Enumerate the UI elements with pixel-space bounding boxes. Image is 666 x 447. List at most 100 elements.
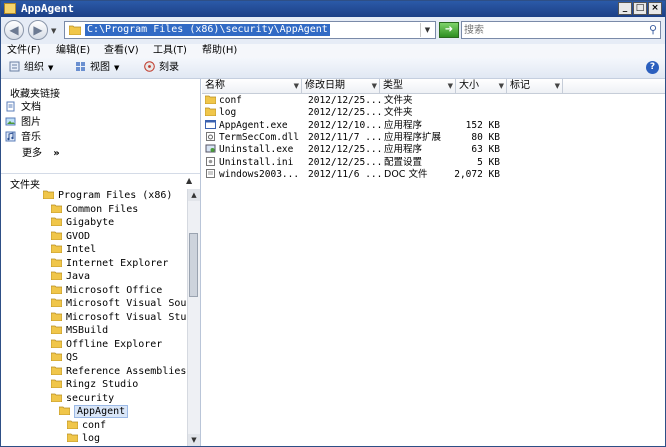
tree-item[interactable]: AppAgent: [59, 405, 129, 418]
tree-item[interactable]: Gigabyte: [51, 216, 114, 229]
chevron-up-icon[interactable]: ▲: [186, 176, 192, 185]
favorite-more[interactable]: 更多 »: [22, 147, 60, 160]
file-name[interactable]: conf: [205, 95, 242, 107]
file-name[interactable]: TermSecCom.dll: [205, 131, 300, 144]
file-row[interactable]: Uninstall.ini 2012/12/25... 配置设置 5 KB: [202, 156, 532, 169]
tree-item-label: Microsoft Visual SourceSafe: [66, 298, 187, 309]
tree-item[interactable]: Internet Explorer: [51, 257, 168, 270]
tree-item[interactable]: security: [51, 392, 114, 405]
folder-icon: [51, 298, 62, 307]
folder-icon: [51, 244, 62, 253]
favorite-label: 文档: [21, 102, 41, 113]
tree-item-label: Common Files: [66, 203, 139, 215]
tree-item[interactable]: Microsoft Visual Studio: [51, 311, 187, 324]
tree-item[interactable]: Microsoft Office: [51, 284, 162, 297]
tree-item-label: AppAgent: [74, 405, 129, 418]
file-row[interactable]: Uninstall.exe 2012/12/25... 应用程序 63 KB: [202, 144, 532, 156]
folder-icon: [69, 25, 81, 35]
column-size[interactable]: 大小 ▼: [456, 79, 507, 93]
search-icon[interactable]: ⚲: [649, 23, 657, 36]
address-path[interactable]: C:\Program Files (x86)\security\AppAgent: [85, 24, 330, 36]
file-name[interactable]: AppAgent.exe: [205, 119, 288, 132]
burn-disc-icon: [144, 61, 155, 72]
scroll-thumb[interactable]: [189, 233, 198, 297]
go-button[interactable]: ➜: [439, 22, 459, 38]
file-row[interactable]: log 2012/12/25... 文件夹: [202, 107, 532, 119]
menu-file[interactable]: 文件(F): [7, 44, 41, 58]
tree-item[interactable]: QS: [51, 351, 78, 364]
tree-item[interactable]: Ringz Studio: [51, 378, 138, 391]
column-dropdown-icon[interactable]: ▼: [555, 79, 560, 93]
column-dropdown-icon[interactable]: ▼: [372, 79, 377, 93]
file-row[interactable]: windows2003... 2012/11/6 ... DOC 文件 2,072 K…: [202, 168, 532, 181]
tree-scrollbar[interactable]: ▲ ▼: [187, 189, 200, 446]
favorite-pictures[interactable]: 图片: [5, 116, 41, 129]
file-name[interactable]: Uninstall.exe: [205, 144, 293, 156]
menu-help[interactable]: 帮助(H): [202, 44, 237, 58]
tree-item-label: Java: [66, 271, 91, 282]
tree-item[interactable]: conf: [67, 419, 106, 432]
maximize-button[interactable]: □: [633, 2, 647, 15]
tree-item-label: Intel: [66, 244, 97, 255]
favorite-documents[interactable]: 文档: [5, 101, 41, 114]
search-box[interactable]: ⚲: [461, 21, 661, 39]
forward-button[interactable]: ▶: [28, 20, 48, 40]
tree-item[interactable]: GVOD: [51, 230, 90, 243]
exe-icon: [205, 119, 216, 129]
column-tags[interactable]: 标记 ▼: [507, 79, 563, 93]
organize-button[interactable]: 组织 ▼: [9, 60, 53, 76]
file-name[interactable]: log: [205, 107, 236, 119]
search-input[interactable]: [464, 23, 640, 37]
column-dropdown-icon[interactable]: ▼: [294, 79, 299, 93]
column-dropdown-icon[interactable]: ▼: [499, 79, 504, 93]
file-type: 应用程序: [384, 144, 423, 156]
address-dropdown-icon[interactable]: ▼: [420, 23, 434, 37]
tree-item[interactable]: Offline Explorer: [51, 338, 162, 351]
file-row[interactable]: AppAgent.exe 2012/12/10... 应用程序 152 KB: [202, 119, 532, 132]
help-icon[interactable]: ?: [646, 61, 659, 74]
file-row[interactable]: conf 2012/12/25... 文件夹: [202, 95, 532, 107]
tree-item[interactable]: Program Files (x86): [43, 189, 172, 202]
column-date[interactable]: 修改日期 ▼: [302, 79, 380, 93]
burn-label: 刻录: [159, 62, 179, 73]
scroll-up-icon[interactable]: ▲: [188, 189, 200, 201]
scroll-down-icon[interactable]: ▼: [188, 434, 200, 446]
minimize-button[interactable]: _: [618, 2, 632, 15]
tree-item-label: Microsoft Visual Studio: [66, 311, 187, 323]
history-dropdown-icon[interactable]: ▼: [51, 27, 56, 35]
tree-item[interactable]: MSBuild: [51, 324, 108, 337]
file-date: 2012/11/7 ...: [308, 131, 383, 143]
tree-item-label: MSBuild: [66, 325, 109, 336]
menu-tools[interactable]: 工具(T): [153, 44, 187, 58]
file-name-label: TermSecCom.dll: [219, 131, 300, 143]
views-button[interactable]: 视图 ▼: [75, 60, 119, 76]
favorite-label: 图片: [21, 117, 41, 128]
tree-item[interactable]: Java: [51, 270, 90, 283]
address-bar[interactable]: C:\Program Files (x86)\security\AppAgent…: [64, 21, 436, 39]
folder-icon: [51, 312, 62, 321]
column-name[interactable]: 名称 ▼: [202, 79, 302, 93]
title-bar[interactable]: AppAgent _ □ ×: [1, 1, 665, 17]
favorite-music[interactable]: 音乐: [5, 131, 41, 144]
column-label: 大小: [459, 80, 479, 91]
file-name-label: log: [219, 107, 237, 119]
column-dropdown-icon[interactable]: ▼: [448, 79, 453, 93]
file-row[interactable]: TermSecCom.dll 2012/11/7 ... 应用程序扩展 80 KB: [202, 131, 532, 144]
tree-item[interactable]: Common Files: [51, 203, 138, 216]
tree-item[interactable]: log: [67, 432, 100, 445]
burn-button[interactable]: 刻录: [144, 60, 179, 76]
tree-item[interactable]: Intel: [51, 243, 96, 256]
close-button[interactable]: ×: [648, 2, 662, 15]
column-type[interactable]: 类型 ▼: [380, 79, 456, 93]
menu-edit[interactable]: 编辑(E): [56, 44, 90, 58]
file-name[interactable]: Uninstall.ini: [205, 156, 293, 169]
tree-item[interactable]: Microsoft Visual SourceSafe: [51, 297, 187, 310]
menu-view[interactable]: 查看(V): [104, 44, 139, 58]
folder-icon: [43, 190, 54, 199]
tree-item-label: log: [82, 433, 101, 444]
back-button[interactable]: ◀: [4, 20, 24, 40]
tree-item[interactable]: Reference Assemblies: [51, 365, 186, 378]
folders-header[interactable]: 文件夹 ▲: [1, 173, 200, 191]
file-name[interactable]: windows2003...: [205, 168, 299, 181]
folder-icon: [205, 107, 216, 117]
